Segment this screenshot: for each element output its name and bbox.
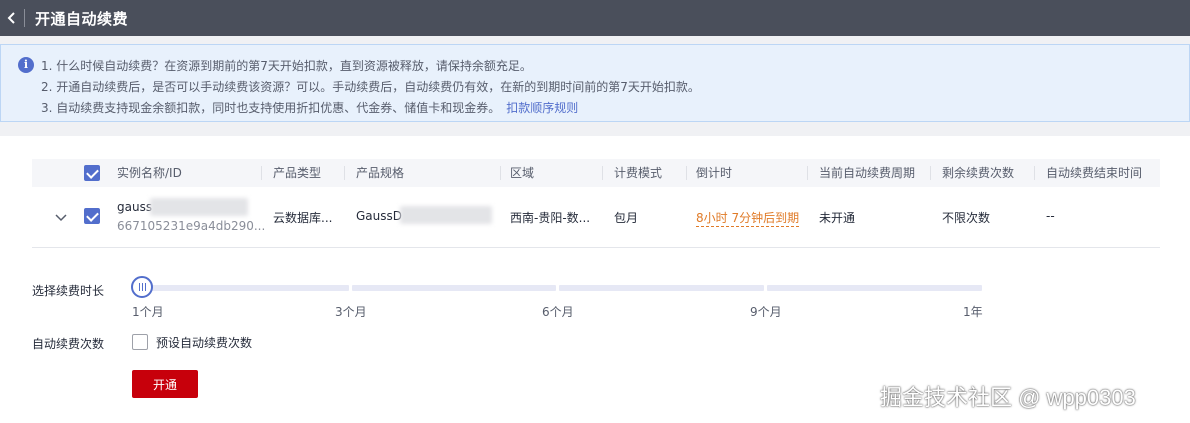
back-button[interactable] <box>0 0 24 36</box>
info-notice: i 1. 什么时候自动续费？在资源到期前的第7天开始扣款，直到资源被释放，请保持… <box>0 44 1190 122</box>
notice-line-3-text: 3. 自动续费支持现金余额扣款，同时也支持使用折扣优惠、代金券、储值卡和现金券。 <box>41 101 501 115</box>
tick-1-month[interactable]: 1个月 <box>132 303 164 320</box>
expand-row-button[interactable] <box>54 208 68 227</box>
col-countdown: 倒计时 <box>688 159 808 187</box>
tick-9-months[interactable]: 9个月 <box>750 303 782 320</box>
col-product-type-label: 产品类型 <box>273 166 322 180</box>
col-region-label: 区域 <box>510 166 535 180</box>
countdown-cell: 8小时 7分钟后到期 <box>696 209 800 227</box>
submit-button[interactable]: 开通 <box>132 370 198 398</box>
tick-1-year[interactable]: 1年 <box>963 303 983 320</box>
col-countdown-label: 倒计时 <box>696 166 733 180</box>
col-region: 区域 <box>502 159 603 187</box>
duration-label: 选择续费时长 <box>32 284 105 298</box>
page-title: 开通自动续费 <box>35 9 129 28</box>
col-billing: 计费模式 <box>606 159 687 187</box>
preset-renew-count-checkbox[interactable] <box>132 334 148 350</box>
table-header: 实例名称/ID 产品类型 产品规格 区域 计费模式 倒计时 当前自动续费周期 剩… <box>32 159 1160 187</box>
col-remaining: 剩余续费次数 <box>934 159 1035 187</box>
header-divider <box>24 9 25 27</box>
watermark-text: 掘金技术社区 @ wpp0303 <box>880 385 1136 410</box>
table-row: gauss 667105231e9a4db290... 云数据库... Gaus… <box>32 187 1160 248</box>
redacted-spec <box>400 206 492 224</box>
countdown-text[interactable]: 8小时 7分钟后到期 <box>696 211 800 227</box>
chevron-left-icon <box>7 12 15 24</box>
select-all-checkbox[interactable] <box>84 165 100 181</box>
col-spec-label: 产品规格 <box>356 166 405 180</box>
col-end-time-label: 自动续费结束时间 <box>1046 166 1143 180</box>
redacted-name <box>150 198 248 216</box>
col-billing-label: 计费模式 <box>614 166 663 180</box>
cycle-cell: 未开通 <box>819 211 856 225</box>
billing-cell: 包月 <box>614 211 639 225</box>
renew-count-label: 自动续费次数 <box>32 337 105 351</box>
col-product-type: 产品类型 <box>265 159 345 187</box>
col-end-time: 自动续费结束时间 <box>1038 159 1160 187</box>
slider-segment-1[interactable] <box>142 285 349 291</box>
tick-6-months[interactable]: 6个月 <box>542 303 574 320</box>
preset-renew-count-label[interactable]: 预设自动续费次数 <box>156 334 252 351</box>
deduction-order-link[interactable]: 扣款顺序规则 <box>506 101 578 115</box>
region-cell: 西南-贵阳-数... <box>510 211 591 225</box>
row-checkbox[interactable] <box>84 208 100 224</box>
col-instance-label: 实例名称/ID <box>117 166 182 180</box>
col-spec: 产品规格 <box>348 159 501 187</box>
page-header: 开通自动续费 <box>0 0 1190 36</box>
end-time-cell: -- <box>1046 209 1055 223</box>
col-cycle-label: 当前自动续费周期 <box>819 166 916 180</box>
spec-cell: GaussD <box>356 209 403 223</box>
chevron-down-icon <box>55 214 67 222</box>
tick-3-months[interactable]: 3个月 <box>335 303 367 320</box>
info-icon: i <box>18 57 34 73</box>
notice-line-2: 2. 开通自动续费后，是否可以手动续费该资源？可以。手动续费后，自动续费仍有效，… <box>41 80 700 94</box>
slider-segment-3[interactable] <box>559 285 764 291</box>
slider-handle[interactable] <box>131 276 153 298</box>
remaining-cell: 不限次数 <box>942 211 991 225</box>
col-cycle: 当前自动续费周期 <box>811 159 931 187</box>
col-instance: 实例名称/ID <box>109 159 262 187</box>
notice-line-3: 3. 自动续费支持现金余额扣款，同时也支持使用折扣优惠、代金券、储值卡和现金券。… <box>41 99 578 116</box>
instance-name[interactable]: gauss <box>117 200 152 214</box>
slider-segment-4[interactable] <box>767 285 982 291</box>
notice-line-1: 1. 什么时候自动续费？在资源到期前的第7天开始扣款，直到资源被释放，请保持余额… <box>41 59 532 73</box>
instance-id: 667105231e9a4db290... <box>117 219 266 233</box>
slider-segment-2[interactable] <box>352 285 556 291</box>
product-type-cell: 云数据库... <box>273 211 333 225</box>
col-remaining-label: 剩余续费次数 <box>942 166 1015 180</box>
